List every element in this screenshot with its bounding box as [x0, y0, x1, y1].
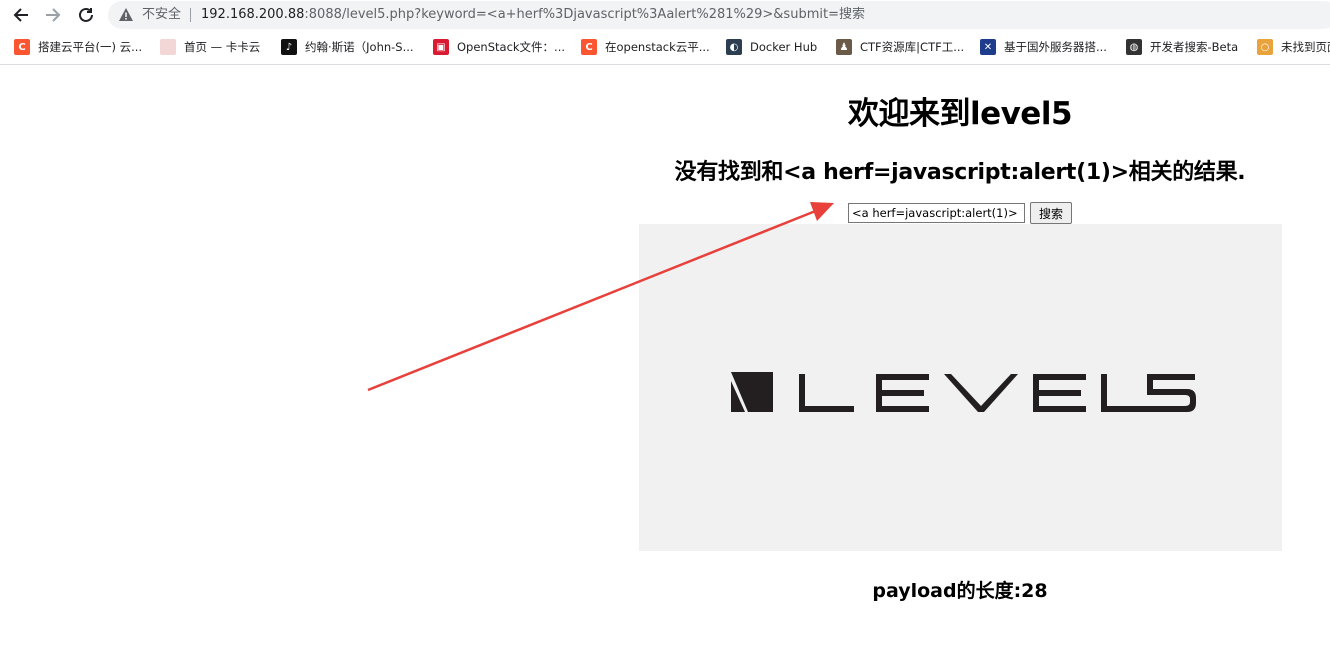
- csdn-icon: C: [581, 39, 597, 55]
- bookmark-label: 未找到页面: [1281, 40, 1330, 54]
- bookmark-label: 基于国外服务器搭...: [1004, 40, 1107, 54]
- bookmark-item[interactable]: C 搭建云平台(一) 云...: [14, 38, 142, 56]
- bookmark-item[interactable]: ▣ OpenStack文件：...: [433, 38, 565, 56]
- search-input[interactable]: [848, 203, 1025, 223]
- back-icon[interactable]: [10, 4, 32, 26]
- search-button[interactable]: 搜索: [1030, 202, 1072, 224]
- bookmark-label: 开发者搜索-Beta: [1150, 40, 1239, 54]
- url-host: 192.168.200.88: [201, 7, 305, 22]
- flag-icon: ✕: [980, 39, 996, 55]
- bookmark-label: Docker Hub: [750, 40, 818, 54]
- bookmark-label: 首页 — 卡卡云: [184, 40, 261, 54]
- warning-icon[interactable]: [118, 7, 134, 23]
- forward-icon[interactable]: [42, 4, 64, 26]
- loading-icon: ○: [1257, 39, 1273, 55]
- banner-logo-text: LEVEL5: [958, 443, 962, 445]
- bookmark-label: 搭建云平台(一) 云...: [38, 40, 143, 54]
- bookmark-label: 在openstack云平...: [605, 40, 710, 54]
- address-bar[interactable]: 不安全 192.168.200.88:8088/level5.php?keywo…: [108, 1, 1330, 29]
- kakayun-icon: [160, 39, 176, 55]
- csdn-icon: C: [14, 39, 30, 55]
- hacker-icon: ♟: [836, 39, 852, 55]
- bookmark-item[interactable]: C 在openstack云平...: [581, 38, 710, 56]
- bookmark-label: 约翰·斯诺（John-S...: [305, 40, 414, 54]
- url-text[interactable]: 192.168.200.88:8088/level5.php?keyword=<…: [201, 6, 865, 24]
- bookmark-item[interactable]: ✕ 基于国外服务器搭...: [980, 38, 1107, 56]
- tiktok-icon: ♪: [281, 39, 297, 55]
- bookmark-item[interactable]: ◍ 开发者搜索-Beta: [1126, 38, 1238, 56]
- globe-icon: ◍: [1126, 39, 1142, 55]
- docker-icon: ◐: [726, 39, 742, 55]
- payload-length: payload的长度:28: [872, 580, 1048, 602]
- page-title: 欢迎来到level5: [847, 96, 1073, 132]
- bookmark-label: OpenStack文件：...: [457, 40, 566, 54]
- bookmark-item[interactable]: ♟ CTF资源库|CTF工...: [836, 38, 964, 56]
- bookmarks-bar: C 搭建云平台(一) 云... 首页 — 卡卡云 ♪ 约翰·斯诺（John-S... ▣ O…: [0, 31, 1330, 65]
- reload-icon[interactable]: [75, 4, 97, 26]
- level5-banner-image: LEVEL5: [639, 224, 1282, 551]
- openstack-icon: ▣: [433, 39, 449, 55]
- level5-logo: LEVEL5: [639, 224, 1282, 551]
- search-result-message: 没有找到和<a herf=javascript:alert(1)>相关的结果.: [674, 160, 1246, 185]
- url-path: :8088/level5.php?keyword=<a+herf%3Djavas…: [304, 7, 865, 22]
- bookmark-item[interactable]: 首页 — 卡卡云: [160, 38, 260, 56]
- address-divider: [190, 8, 191, 22]
- bookmark-item[interactable]: ♪ 约翰·斯诺（John-S...: [281, 38, 414, 56]
- browser-toolbar: 不安全 192.168.200.88:8088/level5.php?keywo…: [0, 0, 1330, 30]
- not-secure-label[interactable]: 不安全: [142, 6, 181, 24]
- bookmark-item[interactable]: ○ 未找到页面: [1257, 38, 1330, 56]
- bookmark-item[interactable]: ◐ Docker Hub: [726, 38, 817, 56]
- bookmark-label: CTF资源库|CTF工...: [860, 40, 965, 54]
